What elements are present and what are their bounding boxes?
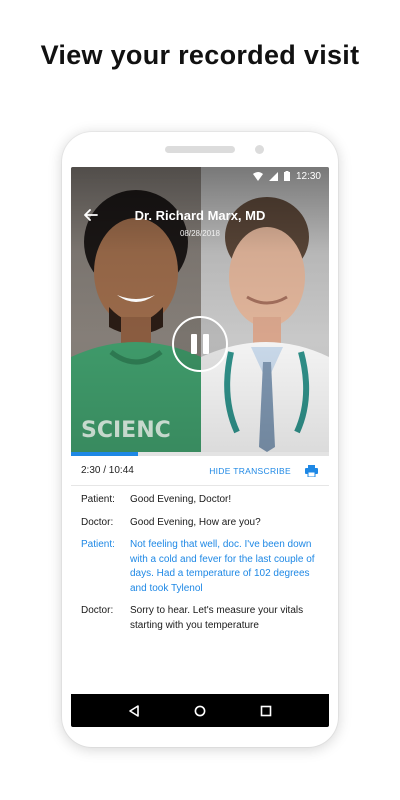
page-headline: View your recorded visit bbox=[40, 40, 360, 70]
status-bar: 12:30 bbox=[71, 167, 329, 185]
transcript-speaker: Patient: bbox=[81, 494, 115, 505]
phone-screen: SCIENC bbox=[71, 167, 329, 727]
wifi-icon bbox=[252, 171, 263, 181]
pause-icon bbox=[191, 334, 197, 354]
nav-back-icon[interactable] bbox=[125, 702, 143, 720]
doctor-name: Dr. Richard Marx, MD bbox=[134, 208, 266, 223]
transcript-speaker: Patient: bbox=[81, 539, 115, 550]
nav-home-icon[interactable] bbox=[191, 702, 209, 720]
transcript-speaker: Doctor: bbox=[81, 605, 114, 616]
transcript-line: Doctor: Good Evening, How are you? bbox=[81, 516, 319, 531]
transcript-speaker: Doctor: bbox=[81, 516, 114, 528]
transcript-line: Patient: Good Evening, Doctor! bbox=[81, 493, 319, 508]
phone-speaker bbox=[165, 146, 235, 153]
transcript-text: Good Evening, How are you? bbox=[130, 516, 261, 528]
hide-transcript-button[interactable]: HIDE TRANSCRIBE bbox=[209, 466, 291, 476]
android-nav-bar bbox=[71, 694, 329, 727]
transcript-line: Patient: Not feeling that well, doc. I've… bbox=[81, 538, 319, 596]
pause-icon-bar bbox=[203, 334, 209, 354]
status-time: 12:30 bbox=[295, 170, 321, 182]
signal-icon bbox=[268, 171, 278, 181]
nav-recents-icon[interactable] bbox=[257, 702, 275, 720]
pause-button[interactable] bbox=[172, 316, 228, 372]
playback-time: 2:30 / 10:44 bbox=[81, 465, 134, 476]
video-player[interactable]: SCIENC bbox=[71, 167, 329, 452]
visit-date: 08/28/2018 bbox=[179, 229, 221, 238]
phone-camera bbox=[255, 145, 264, 154]
playback-controls: 2:30 / 10:44 HIDE TRANSCRIBE bbox=[71, 456, 329, 486]
transcript-text: Sorry to hear. Let's measure your vitals… bbox=[130, 605, 304, 631]
transcript-text: Good Evening, Doctor! bbox=[130, 494, 232, 505]
transcript-list: Patient: Good Evening, Doctor! Doctor: Good… bbox=[71, 493, 329, 641]
transcript-text: Not feeling that well, doc. I've been do… bbox=[130, 539, 315, 594]
print-icon[interactable] bbox=[305, 464, 319, 478]
battery-icon bbox=[283, 171, 290, 181]
transcript-line: Doctor: Sorry to hear. Let's measure your… bbox=[81, 604, 319, 633]
phone-frame: SCIENC bbox=[62, 132, 338, 747]
